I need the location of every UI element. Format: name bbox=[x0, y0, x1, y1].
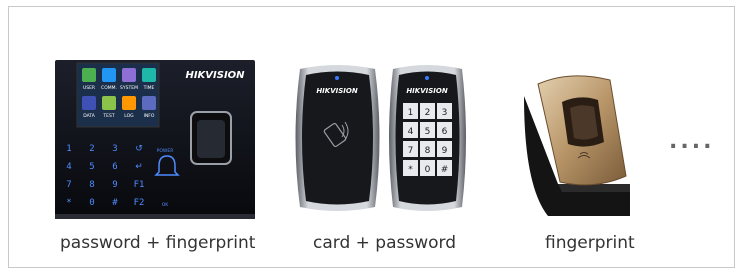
key: 2 bbox=[89, 144, 94, 154]
key: 7 bbox=[66, 180, 71, 190]
key: 5 bbox=[89, 162, 94, 172]
tile-label-users: USER bbox=[83, 85, 95, 91]
fingerprint-terminal-image: USER COMM. SYSTEM TIME DATA TEST LOG INF… bbox=[55, 60, 255, 219]
keypad-key: 7 bbox=[408, 146, 414, 156]
key: 3 bbox=[112, 144, 117, 154]
key: 0 bbox=[89, 198, 94, 208]
keypad-key: 8 bbox=[425, 146, 431, 156]
tile-label-info: INFO bbox=[144, 113, 155, 119]
brand-logo-card-reader: HIKVISION bbox=[316, 87, 358, 95]
caption-fingerprint: fingerprint bbox=[545, 233, 635, 253]
tile-label-comm: COMM. bbox=[101, 85, 117, 91]
keypad-reader-image: HIKVISION 1 2 3 4 5 6 7 8 9 * 0 # bbox=[389, 65, 466, 211]
key: 9 bbox=[112, 180, 117, 190]
arrow-icon: ↺ bbox=[135, 144, 143, 154]
key: 8 bbox=[89, 180, 94, 190]
tile-label-log: LOG bbox=[124, 113, 134, 119]
fingerprint-reader-image bbox=[524, 75, 630, 216]
arrow-icon: ↵ bbox=[135, 162, 143, 172]
ok-label: OK bbox=[162, 202, 170, 208]
keypad-key: 5 bbox=[425, 127, 431, 137]
key: 1 bbox=[66, 144, 71, 154]
key: 4 bbox=[66, 162, 71, 172]
caption-card-password: card + password bbox=[313, 233, 457, 253]
tile-label-data: DATA bbox=[83, 113, 96, 119]
key: # bbox=[112, 198, 118, 208]
more-devices-indicator: .... bbox=[669, 129, 715, 154]
keypad-key: 3 bbox=[442, 108, 448, 118]
brand-logo-terminal: HIKVISION bbox=[185, 70, 245, 81]
card-reader-image: HIKVISION bbox=[295, 65, 380, 211]
keypad-key: 1 bbox=[408, 108, 414, 118]
keypad-key: 0 bbox=[425, 165, 431, 175]
tile-label-time: TIME bbox=[143, 85, 155, 91]
keypad-key: 2 bbox=[425, 108, 431, 118]
keypad-key: 9 bbox=[442, 146, 448, 156]
caption-password-fingerprint: password + fingerprint bbox=[60, 233, 256, 253]
tile-label-system: SYSTEM bbox=[120, 85, 138, 91]
power-label: POWER bbox=[157, 148, 174, 154]
keypad-key: 4 bbox=[408, 127, 414, 137]
brand-logo-keypad-reader: HIKVISION bbox=[406, 87, 448, 95]
keypad-key: # bbox=[441, 165, 449, 175]
key: F2 bbox=[134, 198, 145, 208]
key: * bbox=[66, 198, 71, 208]
key: 6 bbox=[112, 162, 117, 172]
keypad-key: 6 bbox=[442, 127, 448, 137]
tile-label-test: TEST bbox=[102, 113, 114, 119]
keypad-key: * bbox=[408, 165, 413, 175]
key: F1 bbox=[134, 180, 145, 190]
